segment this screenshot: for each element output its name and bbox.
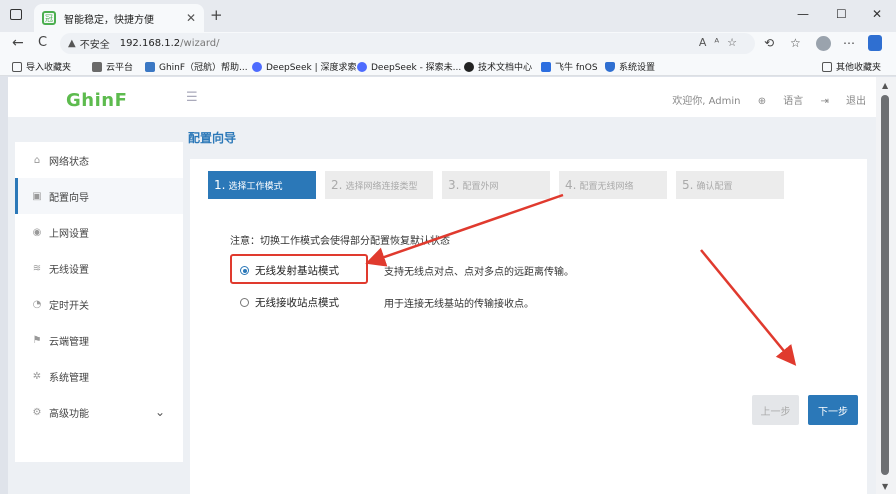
folder-icon (822, 61, 832, 72)
sidebar-item-network-status[interactable]: ⌂ 网络状态 (15, 142, 183, 178)
radio-station[interactable] (240, 298, 249, 307)
bookmark-item[interactable]: 飞牛 fnOS (541, 60, 598, 73)
sidebar-item-advanced[interactable]: ⚙ 高级功能 ⌄ (15, 394, 183, 430)
wizard-step-2[interactable]: 2. 选择网络连接类型 (325, 171, 433, 199)
scroll-down-icon[interactable]: ▼ (882, 482, 888, 491)
tab-close-icon[interactable]: ✕ (186, 11, 196, 25)
globe-icon: ◉ (32, 226, 42, 238)
copilot-icon[interactable] (868, 35, 882, 51)
cogs-icon: ⚙ (32, 406, 42, 418)
browser-window: 冠 智能稳定，快捷方便 ✕ + — ☐ ✕ ← C ▲ 不安全 192.168.… (0, 0, 896, 494)
bookmark-item[interactable]: 系统设置 (605, 60, 655, 73)
url-host: 192.168.1.2 (119, 38, 181, 49)
other-bookmarks[interactable]: 其他收藏夹 (822, 60, 881, 73)
fnos-icon (541, 61, 551, 72)
page-header: GhinF ☰ 欢迎你, Admin ⊕ 语言 ⇥ 退出 (8, 77, 876, 117)
deepseek-icon (357, 61, 367, 72)
deepseek-icon (252, 61, 262, 72)
more-menu-icon[interactable]: ⋯ (843, 36, 855, 50)
warning-icon: ▲ (68, 38, 76, 49)
insecure-label[interactable]: 不安全 (80, 36, 110, 51)
scroll-up-icon[interactable]: ▲ (882, 81, 888, 90)
mode-option-ap[interactable]: 无线发射基站模式 (240, 263, 339, 278)
profile-avatar[interactable] (816, 36, 831, 51)
menu-toggle-icon[interactable]: ☰ (186, 90, 198, 105)
new-tab-button[interactable]: + (210, 6, 223, 24)
bookmark-item[interactable]: DeepSeek | 深度求索 (252, 60, 356, 73)
web-page: GhinF ☰ 欢迎你, Admin ⊕ 语言 ⇥ 退出 ⌂ 网络状态 ▣ 配置向导… (8, 77, 876, 494)
main-content: 配置向导 1. 选择工作模式 2. 选择网络连接类型 3. 配置外网 4. 配置无线网络… (183, 117, 876, 494)
mode-notice: 注意：切换工作模式会使得部分配置恢复默认状态 (230, 236, 450, 247)
page-title: 配置向导 (188, 131, 237, 145)
mode-option-station[interactable]: 无线接收站点模式 (240, 295, 339, 310)
radio-ap[interactable] (240, 266, 249, 275)
browser-toolbar: ← C ▲ 不安全 192.168.1.2 /wizard/ Aᴬ☆ ⟲ ☆ ⋯ (0, 32, 896, 56)
docs-icon (464, 61, 474, 72)
import-icon (12, 61, 22, 72)
maximize-button[interactable]: ☐ (836, 7, 847, 21)
close-window-button[interactable]: ✕ (872, 7, 882, 21)
sidebar: ⌂ 网络状态 ▣ 配置向导 ◉ 上网设置 ≋ 无线设置 ◔ 定时开关 ⚑ 云端管理 ✲ 系统管… (15, 142, 183, 462)
tab-bar: 冠 智能稳定，快捷方便 ✕ + — ☐ ✕ (0, 0, 896, 32)
sidebar-item-system[interactable]: ✲ 系统管理 (15, 358, 183, 394)
flag-icon: ⚑ (32, 334, 42, 346)
clock-icon: ◔ (32, 298, 42, 310)
bookmarks-bar: 导入收藏夹 云平台 GhinF（冠航）帮助... DeepSeek | 深度求索… (0, 56, 896, 76)
mode-desc-station: 用于连接无线基站的传输接收点。 (384, 299, 534, 310)
favorite-star-icon[interactable]: Aᴬ☆ (699, 36, 745, 49)
wizard-step-1[interactable]: 1. 选择工作模式 (208, 171, 316, 199)
language-menu[interactable]: ⊕ 语言 (758, 96, 804, 107)
bookmark-item[interactable]: 云平台 (92, 60, 133, 73)
header-user-area: 欢迎你, Admin ⊕ 语言 ⇥ 退出 (658, 92, 866, 107)
bookmark-item[interactable]: DeepSeek - 探索未... (357, 60, 461, 73)
address-bar[interactable]: ▲ 不安全 192.168.1.2 /wizard/ Aᴬ☆ (60, 33, 755, 54)
shield-icon (605, 61, 615, 72)
favicon-icon: 冠 (42, 11, 56, 25)
scrollbar-thumb[interactable] (881, 95, 889, 475)
logout-link[interactable]: ⇥ 退出 (820, 96, 866, 107)
wizard-step-3[interactable]: 3. 配置外网 (442, 171, 550, 199)
next-button[interactable]: 下一步 (808, 395, 858, 425)
refresh-button[interactable]: C (38, 35, 47, 50)
home-icon: ⌂ (33, 154, 41, 166)
wizard-step-4[interactable]: 4. 配置无线网络 (559, 171, 667, 199)
bookmark-item[interactable]: 技术文档中心 (464, 60, 532, 73)
bookmark-item[interactable]: GhinF（冠航）帮助... (145, 60, 248, 73)
grid-icon (92, 61, 102, 72)
minimize-button[interactable]: — (797, 7, 809, 21)
sidebar-item-cloud[interactable]: ⚑ 云端管理 (15, 322, 183, 358)
favorites-icon[interactable]: ☆ (790, 36, 801, 50)
prev-button[interactable]: 上一步 (752, 395, 799, 425)
sidebar-item-internet[interactable]: ◉ 上网设置 (15, 214, 183, 250)
ghinf-icon (145, 61, 155, 72)
mode-desc-ap: 支持无线点对点、点对多点的远距离传输。 (384, 267, 574, 278)
sidebar-item-wireless[interactable]: ≋ 无线设置 (15, 250, 183, 286)
tab-title: 智能稳定，快捷方便 (64, 14, 154, 26)
welcome-text: 欢迎你, Admin (672, 96, 741, 107)
browser-tab[interactable]: 冠 智能稳定，快捷方便 ✕ (34, 4, 204, 32)
url-path: /wizard/ (180, 38, 220, 49)
sidebar-item-wizard[interactable]: ▣ 配置向导 (15, 178, 183, 214)
sidebar-item-timer[interactable]: ◔ 定时开关 (15, 286, 183, 322)
chevron-down-icon[interactable]: ⌄ (155, 405, 165, 419)
bookmark-item[interactable]: 导入收藏夹 (12, 60, 71, 73)
wizard-panel: 1. 选择工作模式 2. 选择网络连接类型 3. 配置外网 4. 配置无线网络 5. 确认… (190, 159, 867, 494)
wizard-step-5[interactable]: 5. 确认配置 (676, 171, 784, 199)
back-button[interactable]: ← (12, 35, 24, 51)
sidebar-toggle-icon[interactable] (10, 9, 22, 20)
page-scrollbar[interactable]: ▲ ▼ (876, 77, 896, 494)
logo: GhinF (66, 90, 128, 111)
extensions-icon[interactable]: ⟲ (764, 36, 774, 50)
wifi-icon: ≋ (32, 262, 42, 274)
gear-icon: ✲ (32, 370, 42, 382)
wizard-icon: ▣ (32, 190, 42, 202)
